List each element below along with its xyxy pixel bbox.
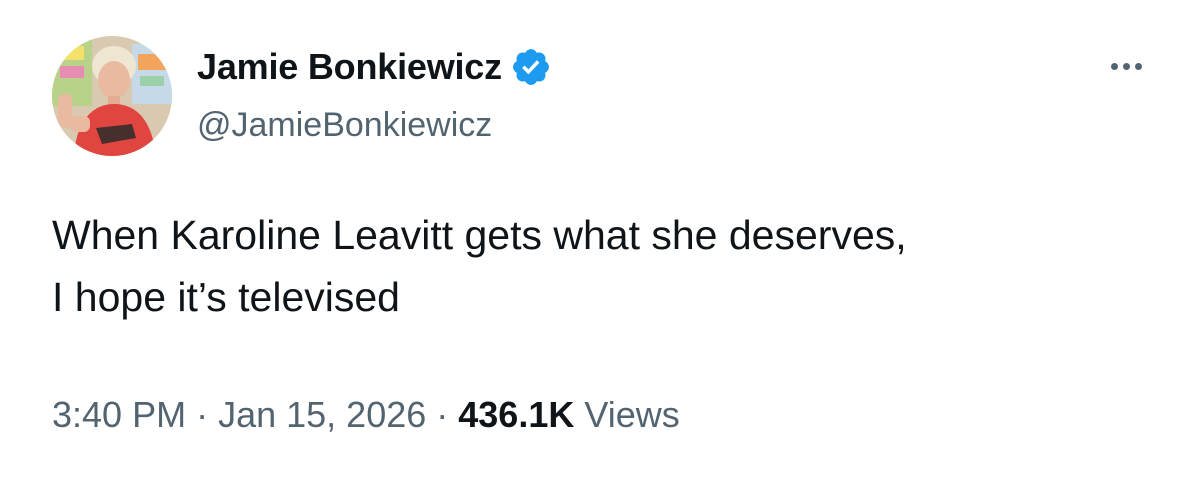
meta-separator: · [196, 394, 209, 435]
author-handle[interactable]: @JamieBonkiewicz [197, 106, 492, 145]
author-display-name[interactable]: Jamie Bonkiewicz [197, 46, 502, 88]
more-dot [1122, 62, 1130, 70]
avatar-photo-icon [52, 36, 172, 156]
tweet-meta: 3:40 PM · Jan 15, 2026 · 436.1K Views [52, 394, 680, 436]
tweet-card: Jamie Bonkiewicz @JamieBonkiewicz When K… [0, 0, 1189, 485]
tweet-date: Jan 15, 2026 [218, 394, 427, 435]
tweet-text-line: When Karoline Leavitt gets what she dese… [52, 212, 907, 258]
avatar[interactable] [52, 36, 172, 156]
tweet-views[interactable]: 436.1K Views [458, 394, 680, 435]
verified-badge-icon[interactable] [510, 46, 552, 88]
more-dot [1134, 62, 1142, 70]
meta-separator: · [436, 394, 449, 435]
tweet-time: 3:40 PM [52, 394, 187, 435]
views-label: Views [584, 394, 680, 435]
tweet-timestamp[interactable]: 3:40 PM · Jan 15, 2026 [52, 394, 426, 435]
author-name-row: Jamie Bonkiewicz [197, 44, 552, 90]
tweet-text: When Karoline Leavitt gets what she dese… [52, 204, 1162, 328]
views-count: 436.1K [458, 394, 575, 435]
more-dot [1110, 62, 1118, 70]
tweet-text-line: I hope it’s televised [52, 274, 400, 320]
more-options-icon[interactable] [1098, 46, 1154, 86]
